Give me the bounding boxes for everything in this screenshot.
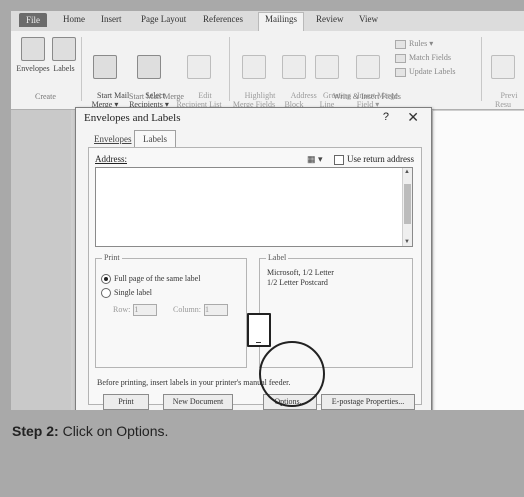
label-group-label: Label — [266, 253, 289, 262]
preview-results-label: Previ Resu — [495, 91, 518, 109]
highlight-circle — [259, 341, 325, 407]
group-separator — [481, 37, 482, 101]
update-labels-icon — [395, 67, 406, 77]
group-separator — [81, 37, 82, 101]
use-return-address-checkbox[interactable]: Use return address — [334, 154, 414, 165]
envelopes-label: Envelopes — [16, 64, 50, 73]
address-label: Address: — [95, 154, 127, 164]
tab-mailings[interactable]: Mailings — [258, 12, 305, 32]
tab-view[interactable]: View — [359, 14, 378, 24]
tab-labels[interactable]: Labels — [134, 130, 176, 147]
print-button[interactable]: Print — [103, 394, 149, 410]
rules-icon — [395, 39, 406, 49]
screenshot-area: File Home Insert Page Layout References … — [11, 11, 524, 410]
group-label-create: Create — [35, 92, 56, 101]
epostage-properties-button[interactable]: E-postage Properties... — [321, 394, 415, 410]
recipients-icon — [137, 55, 161, 79]
preview-results-button[interactable]: Previ Resu — [485, 37, 521, 118]
radio-unselected[interactable] — [101, 288, 111, 299]
edit-list-icon — [187, 55, 211, 79]
left-margin — [11, 110, 71, 410]
radio-selected[interactable] — [101, 274, 111, 285]
match-fields-button[interactable]: Match Fields — [395, 53, 451, 63]
label-product: 1/2 Letter Postcard — [267, 278, 328, 287]
update-labels-label: Update Labels — [409, 67, 456, 76]
edit-recipient-list-button[interactable]: Edit Recipient List — [173, 37, 225, 118]
match-fields-icon — [395, 53, 406, 63]
rules-label: Rules ▾ — [409, 39, 434, 48]
envelope-icon — [21, 37, 45, 61]
checkbox-box[interactable] — [334, 154, 344, 165]
close-icon[interactable]: ✕ — [407, 109, 419, 126]
envelopes-labels-dialog: Envelopes and Labels ? ✕ Envelopes Label… — [75, 107, 432, 410]
row-input[interactable]: 1 — [133, 304, 158, 316]
ribbon-tab-bar: File Home Insert Page Layout References … — [11, 11, 524, 32]
step-text: Click on Options. — [58, 423, 169, 439]
full-page-radio[interactable]: Full page of the same label — [101, 274, 201, 285]
help-button[interactable]: ? — [383, 111, 389, 123]
tab-file[interactable]: File — [19, 13, 47, 27]
label-vendor: Microsoft, 1/2 Letter — [267, 268, 334, 277]
insert-field-icon — [356, 55, 380, 79]
labels-button[interactable]: Labels — [51, 37, 77, 73]
tab-home[interactable]: Home — [63, 14, 85, 24]
tab-envelopes[interactable]: Envelopes — [94, 134, 132, 144]
ribbon: Envelopes Labels Start Mail Merge ▾ Sele… — [11, 31, 524, 110]
greeting-line-button[interactable]: Greeting Line — [311, 37, 351, 118]
address-book-icon[interactable]: ▦ ▾ — [307, 154, 323, 165]
address-block-button[interactable]: Address Block — [279, 37, 317, 118]
document-page — [433, 111, 524, 410]
insert-merge-field-button[interactable]: Insert Merge Field ▾ — [345, 37, 398, 118]
label-preview-icon[interactable] — [247, 313, 271, 347]
labels-label: Labels — [53, 64, 75, 73]
start-mail-merge-button[interactable]: Start Mail Merge ▾ — [85, 37, 129, 118]
select-recipients-button[interactable]: Select Recipients ▾ — [127, 37, 171, 118]
full-page-label: Full page of the same label — [114, 274, 201, 283]
scroll-down-icon[interactable]: ▼ — [404, 239, 410, 245]
use-return-address-label: Use return address — [347, 154, 414, 164]
group-label-start-mail-merge: Start Mail Merge — [129, 92, 184, 101]
new-document-button[interactable]: New Document — [163, 394, 233, 410]
tab-review[interactable]: Review — [316, 14, 344, 24]
address-textarea[interactable]: ▲ ▼ — [95, 167, 413, 247]
column-spinner[interactable]: Column: 1 — [173, 304, 229, 316]
row-spinner[interactable]: Row: 1 — [113, 304, 158, 316]
print-group-label: Print — [102, 253, 122, 262]
address-scrollbar[interactable]: ▲ ▼ — [402, 168, 412, 246]
column-label: Column: — [173, 304, 202, 314]
labels-panel: Address: ▦ ▾ Use return address ▲ ▼ Prin… — [88, 147, 422, 410]
tab-page-layout[interactable]: Page Layout — [141, 14, 186, 24]
group-separator — [229, 37, 230, 101]
rules-button[interactable]: Rules ▾ — [395, 39, 433, 49]
preview-icon — [491, 55, 515, 79]
step-number: Step 2: — [12, 423, 59, 439]
envelopes-button[interactable]: Envelopes — [15, 37, 51, 73]
dialog-title: Envelopes and Labels — [84, 112, 181, 124]
address-block-icon — [282, 55, 306, 79]
greeting-icon — [315, 55, 339, 79]
update-labels-button[interactable]: Update Labels — [395, 67, 455, 77]
row-label: Row: — [113, 304, 131, 314]
single-label-radio[interactable]: Single label — [101, 288, 152, 299]
single-label-label: Single label — [114, 288, 152, 297]
highlight-merge-fields-button[interactable]: Highlight Merge Fields — [231, 37, 277, 118]
step-caption: Step 2: Click on Options. — [12, 423, 168, 439]
group-label-write-insert-fields: Write & Insert Fields — [333, 92, 401, 101]
scroll-up-icon[interactable]: ▲ — [404, 169, 410, 175]
scroll-thumb[interactable] — [404, 184, 411, 224]
tab-references[interactable]: References — [203, 14, 243, 24]
mail-merge-icon — [93, 55, 117, 79]
labels-icon — [52, 37, 76, 61]
match-fields-label: Match Fields — [409, 53, 451, 62]
highlight-icon — [242, 55, 266, 79]
tab-insert[interactable]: Insert — [101, 14, 122, 24]
column-input[interactable]: 1 — [204, 304, 229, 316]
